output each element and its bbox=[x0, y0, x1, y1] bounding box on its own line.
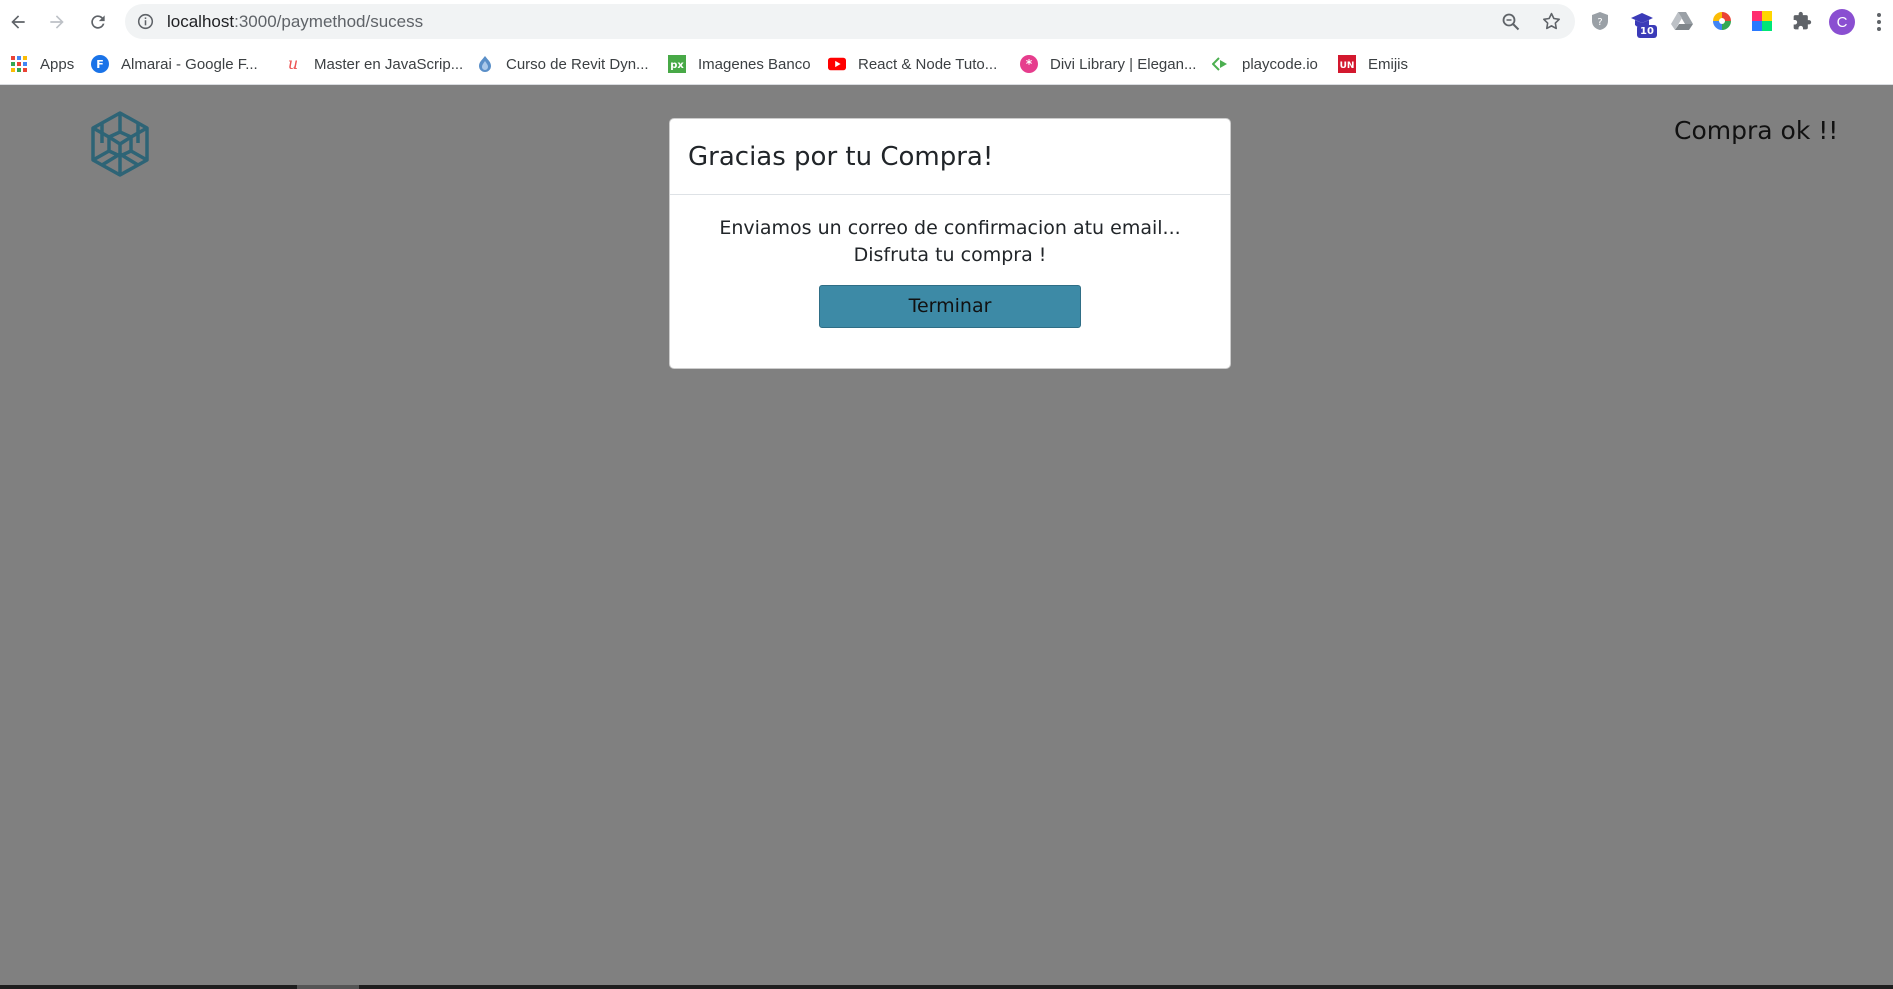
bookmark-apps[interactable]: Apps bbox=[10, 43, 74, 85]
extension-badge: 10 bbox=[1637, 25, 1657, 38]
page-content: Compra ok !! Gracias por tu Compra! Envi… bbox=[0, 86, 1893, 989]
forward-arrow-icon bbox=[50, 15, 64, 29]
purchase-status-text: Compra ok !! bbox=[1674, 116, 1839, 145]
bookmark-youtube[interactable]: React & Node Tuto... bbox=[828, 43, 997, 85]
bookmark-label: Emijis bbox=[1368, 55, 1408, 73]
palette-extension-icon[interactable] bbox=[1750, 9, 1774, 33]
url-host: localhost bbox=[167, 12, 235, 31]
zoom-icon[interactable] bbox=[1501, 12, 1521, 32]
bookmark-emijis[interactable]: UN Emijis bbox=[1338, 43, 1408, 85]
bookmark-label: Almarai - Google F... bbox=[121, 55, 258, 73]
udemy-icon: u bbox=[284, 55, 302, 73]
reload-button[interactable] bbox=[86, 10, 110, 34]
back-button[interactable] bbox=[6, 10, 30, 34]
forward-button[interactable] bbox=[45, 10, 69, 34]
modal-header: Gracias por tu Compra! bbox=[670, 119, 1230, 195]
bookmark-label: React & Node Tuto... bbox=[858, 55, 998, 73]
shield-extension-icon[interactable]: ? bbox=[1588, 9, 1612, 33]
address-bar[interactable]: localhost:3000/paymethod/sucess bbox=[125, 4, 1575, 39]
bookmark-playcode[interactable]: playcode.io bbox=[1212, 43, 1318, 85]
svg-text:?: ? bbox=[1597, 17, 1602, 28]
svg-text:UN: UN bbox=[1340, 61, 1355, 71]
svg-text:px: px bbox=[670, 60, 684, 71]
more-menu-icon[interactable] bbox=[1876, 12, 1882, 32]
bookmark-label: playcode.io bbox=[1242, 55, 1318, 73]
info-icon[interactable] bbox=[137, 13, 154, 30]
url-path: :3000/paymethod/sucess bbox=[234, 12, 424, 31]
google-fonts-icon: F bbox=[91, 55, 109, 73]
modal-body: Enviamos un correo de confirmacion atu e… bbox=[670, 195, 1230, 348]
bookmark-label: Divi Library | Elegan... bbox=[1050, 55, 1197, 73]
bookmark-dynamo[interactable]: Curso de Revit Dyn... bbox=[476, 43, 649, 85]
taskbar-strip bbox=[0, 985, 1893, 989]
color-wheel-extension-icon[interactable] bbox=[1710, 9, 1734, 33]
modal-title: Gracias por tu Compra! bbox=[688, 141, 994, 172]
playcode-icon bbox=[1212, 55, 1230, 73]
bookmark-label: Master en JavaScrip... bbox=[314, 55, 464, 73]
url-text[interactable]: localhost:3000/paymethod/sucess bbox=[167, 4, 423, 39]
svg-text:F: F bbox=[96, 58, 104, 71]
bookmark-label: Apps bbox=[40, 55, 75, 73]
bookmark-google-fonts[interactable]: F Almarai - Google F... bbox=[91, 43, 258, 85]
bookmark-divi[interactable]: * Divi Library | Elegan... bbox=[1020, 43, 1196, 85]
back-arrow-icon bbox=[11, 15, 25, 29]
bookmark-star-icon[interactable] bbox=[1541, 11, 1562, 32]
profile-avatar[interactable]: C bbox=[1829, 9, 1855, 35]
taskbar-item[interactable] bbox=[297, 985, 359, 989]
svg-text:u: u bbox=[288, 55, 298, 73]
cube-logo-icon bbox=[91, 111, 149, 177]
youtube-icon bbox=[828, 55, 846, 73]
apps-grid-icon bbox=[10, 55, 28, 73]
dynamo-icon bbox=[476, 55, 494, 73]
bookmarks-bar: Apps F Almarai - Google F... u Master en… bbox=[0, 43, 1893, 85]
divi-icon: * bbox=[1020, 55, 1038, 73]
bookmark-label: Imagenes Banco bbox=[698, 55, 811, 73]
finish-button[interactable]: Terminar bbox=[819, 285, 1081, 328]
puzzle-extensions-icon[interactable] bbox=[1790, 9, 1814, 33]
pixabay-icon: px bbox=[668, 55, 686, 73]
svg-text:*: * bbox=[1026, 57, 1033, 71]
profile-initial: C bbox=[1836, 13, 1848, 31]
drive-extension-icon[interactable] bbox=[1670, 9, 1694, 33]
bookmark-udemy[interactable]: u Master en JavaScrip... bbox=[284, 43, 463, 85]
success-modal: Gracias por tu Compra! Enviamos un corre… bbox=[669, 118, 1231, 369]
bookmark-pixabay[interactable]: px Imagenes Banco bbox=[668, 43, 811, 85]
browser-toolbar: localhost:3000/paymethod/sucess ? 10 C bbox=[0, 0, 1893, 43]
confirmation-message: Enviamos un correo de confirmacion atu e… bbox=[719, 217, 1181, 266]
reload-icon bbox=[91, 15, 105, 29]
bookmark-label: Curso de Revit Dyn... bbox=[506, 55, 649, 73]
unicode-icon: UN bbox=[1338, 55, 1356, 73]
